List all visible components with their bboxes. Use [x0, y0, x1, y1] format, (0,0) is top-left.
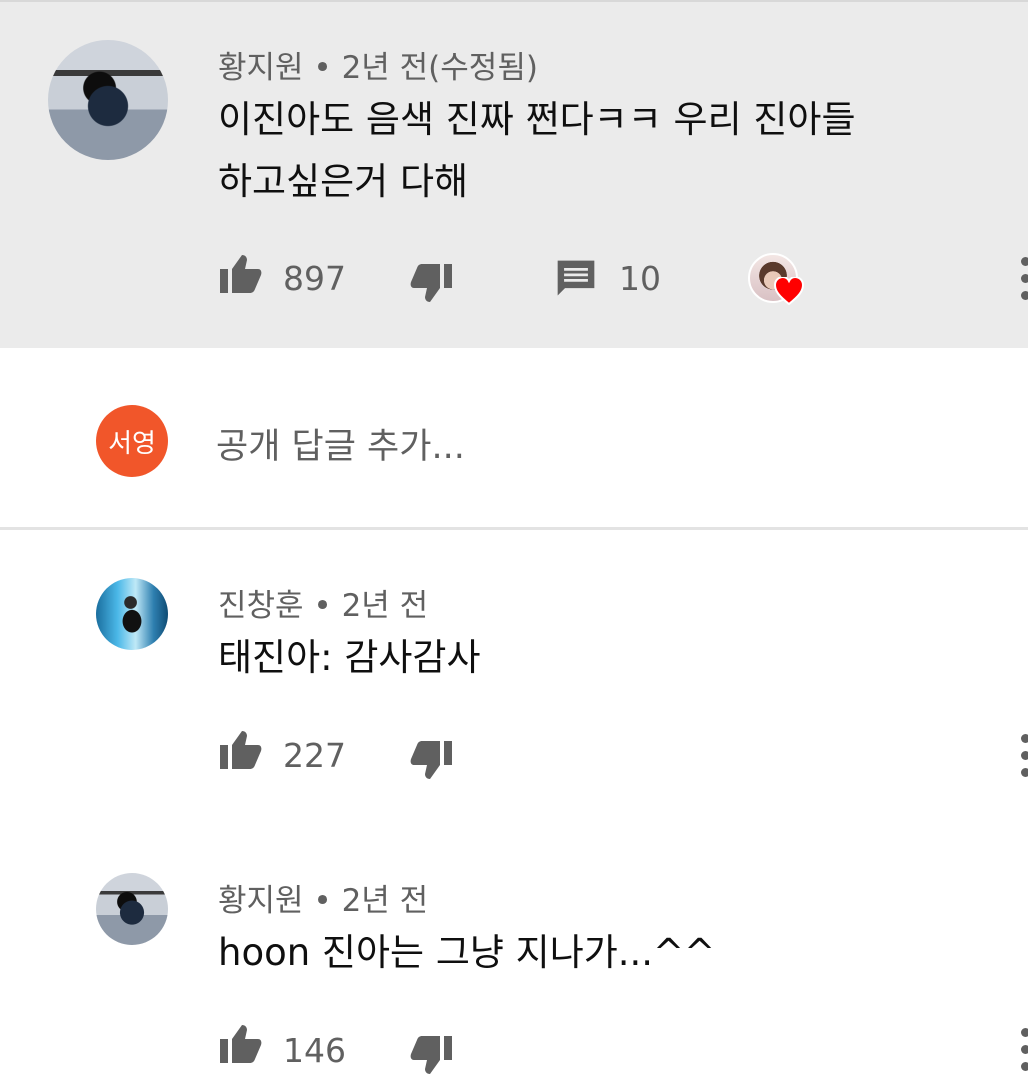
comment-meta: 황지원 • 2년 전(수정됨) [218, 42, 538, 87]
thumbs-down-icon[interactable] [408, 258, 456, 306]
comment-text: 태진아: 감사감사 [218, 627, 481, 689]
comment-time: 2년 전 [341, 883, 429, 919]
more-vert-icon[interactable] [1021, 1028, 1028, 1074]
comment-meta: 진창훈 • 2년 전 [218, 580, 428, 625]
like-count: 227 [283, 736, 346, 775]
highlighted-comment: 황지원 • 2년 전(수정됨) 이진아도 음색 진짜 쩐다ㅋㅋ 우리 진아들 하… [0, 0, 1028, 348]
comment-text-line: 태진아: 감사감사 [218, 636, 481, 679]
like-count: 146 [283, 1031, 346, 1070]
thumbs-up-icon[interactable] [216, 727, 264, 775]
meta-separator: • [303, 50, 342, 86]
author-avatar[interactable] [96, 873, 168, 945]
author-name[interactable]: 진창훈 [218, 588, 304, 624]
more-vert-icon[interactable] [1021, 734, 1028, 780]
comment-text: hoon 진아는 그냥 지나가...^^ [218, 922, 715, 984]
thumbs-up-icon[interactable] [216, 251, 264, 299]
creator-heart-icon [748, 253, 804, 309]
reply-count[interactable]: 10 [619, 259, 661, 298]
divider [0, 527, 1028, 530]
thumbs-down-icon[interactable] [408, 1030, 456, 1078]
thumbs-up-icon[interactable] [216, 1021, 264, 1069]
author-avatar[interactable] [96, 578, 168, 650]
like-count: 897 [283, 259, 346, 298]
comment-text-line: 이진아도 음색 진짜 쩐다ㅋㅋ 우리 진아들 [218, 98, 856, 141]
author-avatar[interactable] [48, 40, 168, 160]
author-name[interactable]: 황지원 [218, 883, 304, 919]
comment-text: 이진아도 음색 진짜 쩐다ㅋㅋ 우리 진아들 하고싶은거 다해 [218, 89, 856, 213]
comment-time: 2년 전(수정됨) [341, 50, 538, 86]
thumbs-down-icon[interactable] [408, 735, 456, 783]
author-name[interactable]: 황지원 [218, 50, 304, 86]
comment-time: 2년 전 [341, 588, 429, 624]
reply-input[interactable]: 공개 답글 추가... [216, 418, 465, 469]
meta-separator: • [303, 588, 342, 624]
more-vert-icon[interactable] [1021, 257, 1028, 303]
heart-icon [774, 277, 804, 305]
comment-icon[interactable] [554, 257, 598, 301]
avatar-initials: 서영 [108, 428, 156, 459]
meta-separator: • [303, 883, 342, 919]
current-user-avatar: 서영 [96, 405, 168, 477]
comment-meta: 황지원 • 2년 전 [218, 875, 428, 920]
comment-text-line: hoon 진아는 그냥 지나가...^^ [218, 931, 716, 974]
comment-text-line: 하고싶은거 다해 [218, 160, 469, 203]
